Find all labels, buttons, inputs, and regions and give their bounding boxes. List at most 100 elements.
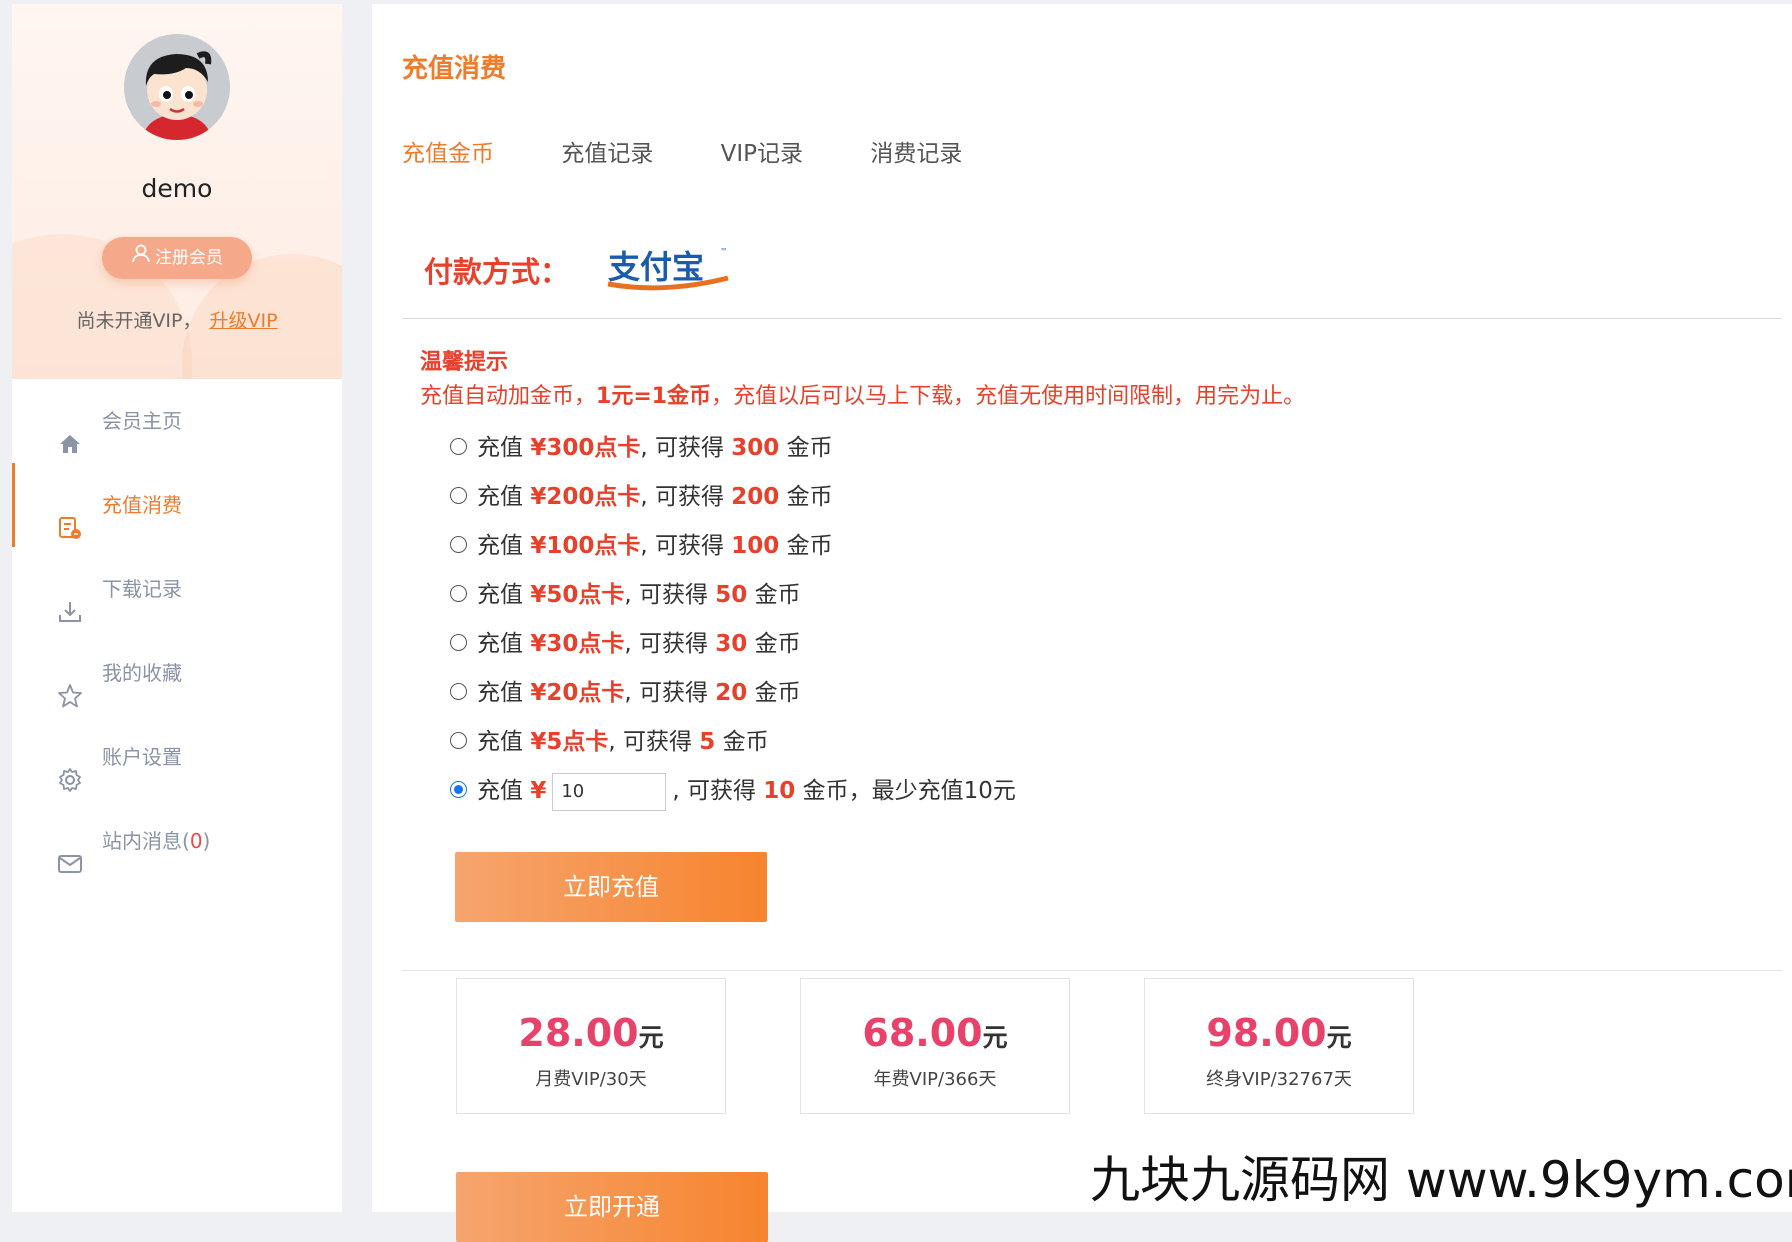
radio-button[interactable] [450,438,467,455]
plan-price-unit: 元 [1326,1023,1352,1052]
plan-price: 68.00元 [801,1011,1069,1055]
option-coins: 10 [763,778,796,804]
option-unit: 金币 [754,680,801,706]
radio-button-selected[interactable] [450,781,467,798]
vip-plan-card[interactable]: 28.00元 月费VIP/30天 [456,978,726,1114]
custom-amount-input[interactable] [552,772,667,811]
option-mid: , 可获得 [640,435,724,461]
option-amount: ¥30点卡 [530,631,625,657]
plan-price-value: 98.00 [1206,1011,1327,1055]
recharge-options: 充值 ¥300点卡, 可获得 300 金币 充值 ¥200点卡, 可获得 200… [450,424,1016,816]
option-coins: 200 [731,484,780,510]
custom-recharge-option[interactable]: 充值 ¥ , 可获得 10 金币，最少充值10元 [450,767,1016,816]
alipay-logo[interactable]: 支付宝 ™ [604,244,734,296]
option-unit: 金币 [754,631,801,657]
payment-method-row: 付款方式： 支付宝 ™ [424,244,734,296]
option-mid: , 可获得 [640,484,724,510]
option-mid: , 可获得 [624,680,708,706]
sidebar-item-favorites[interactable]: 我的收藏 [12,631,342,715]
recharge-option[interactable]: 充值 ¥200点卡, 可获得 200 金币 [450,473,1016,522]
option-amount: ¥200点卡 [530,484,641,510]
tip-text-part: 充值自动加金币， [420,384,597,409]
svg-text:支付宝: 支付宝 [608,248,704,286]
user-icon [131,237,151,279]
plan-price-value: 68.00 [862,1011,983,1055]
radio-button[interactable] [450,585,467,602]
sidebar-item-label: 充值消费 [102,493,182,517]
option-unit: 金币 [786,435,833,461]
tab-vip-records[interactable]: VIP记录 [721,141,803,167]
plan-price: 98.00元 [1145,1011,1413,1055]
svg-text:™: ™ [720,247,728,256]
tip-text-part: ，充值以后可以马上下载，充值无使用时间限制，用完为止。 [711,384,1306,409]
recharge-option[interactable]: 充值 ¥30点卡, 可获得 30 金币 [450,620,1016,669]
vip-plan-card[interactable]: 98.00元 终身VIP/32767天 [1144,978,1414,1114]
tip-text: 充值自动加金币，1元=1金币，充值以后可以马上下载，充值无使用时间限制，用完为止… [420,378,1305,410]
plan-price: 28.00元 [457,1011,725,1055]
recharge-option[interactable]: 充值 ¥50点卡, 可获得 50 金币 [450,571,1016,620]
gear-icon [57,744,83,792]
sidebar-item-downloads[interactable]: 下载记录 [12,547,342,631]
divider [402,970,1782,971]
option-amount: ¥300点卡 [530,435,641,461]
home-icon [57,408,83,453]
option-unit: 金币 [786,533,833,559]
option-prefix: 充值 [477,484,523,510]
recharge-now-button[interactable]: 立即充值 [455,852,767,922]
sidebar: demo 注册会员 尚未开通VIP， 升级VIP 会员主页 充值消费 下载记录 [12,4,342,1212]
option-amount: ¥100点卡 [530,533,641,559]
main-panel: 充值消费 充值金币 充值记录 VIP记录 消费记录 付款方式： 支付宝 ™ 温馨… [372,4,1792,1242]
tab-recharge-coins[interactable]: 充值金币 [402,141,494,167]
option-prefix: 充值 [477,778,523,804]
option-prefix: 充值 [477,631,523,657]
sidebar-item-label: 账户设置 [102,745,182,769]
message-count-close: ) [202,829,211,853]
sidebar-item-home[interactable]: 会员主页 [12,379,342,463]
recharge-option[interactable]: 充值 ¥300点卡, 可获得 300 金币 [450,424,1016,473]
sidebar-item-settings[interactable]: 账户设置 [12,715,342,799]
sidebar-item-label: 下载记录 [102,577,182,601]
sidebar-item-messages[interactable]: 站内消息(0) [12,799,342,883]
recharge-option[interactable]: 充值 ¥5点卡, 可获得 5 金币 [450,718,1016,767]
option-unit: 金币 [722,729,769,755]
watermark: 九块九源码网 www.9k9ym.com [1090,1151,1792,1209]
tab-bar: 充值金币 充值记录 VIP记录 消费记录 [402,134,1022,168]
radio-button[interactable] [450,634,467,651]
option-coins: 20 [715,680,748,706]
option-suffix: 金币，最少充值10元 [802,778,1016,804]
plan-price-unit: 元 [638,1023,664,1052]
option-unit: 金币 [754,582,801,608]
tab-consume-records[interactable]: 消费记录 [870,141,962,167]
sidebar-item-label: 会员主页 [102,409,182,433]
option-mid: , 可获得 [624,582,708,608]
sidebar-item-recharge[interactable]: 充值消费 [12,463,342,547]
radio-button[interactable] [450,732,467,749]
recharge-option[interactable]: 充值 ¥100点卡, 可获得 100 金币 [450,522,1016,571]
plan-desc: 终身VIP/32767天 [1206,1069,1352,1090]
radio-button[interactable] [450,536,467,553]
download-icon [57,576,83,622]
vip-status: 尚未开通VIP， 升级VIP [12,306,342,333]
plan-desc: 月费VIP/30天 [535,1069,647,1090]
option-coins: 50 [715,582,748,608]
option-coins: 5 [699,729,716,755]
mail-icon [57,828,83,873]
sidebar-item-label: 站内消息 [102,829,182,853]
sidebar-menu: 会员主页 充值消费 下载记录 我的收藏 账户设置 站内消息(0) [12,379,342,883]
tab-recharge-records[interactable]: 充值记录 [561,141,653,167]
option-mid: , 可获得 [672,778,756,804]
sidebar-item-label: 我的收藏 [102,661,182,685]
payment-method-label: 付款方式： [424,255,570,289]
page-title: 充值消费 [402,54,507,84]
option-mid: , 可获得 [608,729,692,755]
open-vip-button[interactable]: 立即开通 [456,1172,768,1242]
radio-button[interactable] [450,487,467,504]
vip-plan-card[interactable]: 68.00元 年费VIP/366天 [800,978,1070,1114]
radio-button[interactable] [450,683,467,700]
profile-card: demo 注册会员 尚未开通VIP， 升级VIP [12,4,342,379]
upgrade-vip-link[interactable]: 升级VIP [210,310,278,332]
option-amount: ¥5点卡 [530,729,609,755]
avatar[interactable] [124,34,230,140]
option-prefix: 充值 [477,729,523,755]
recharge-option[interactable]: 充值 ¥20点卡, 可获得 20 金币 [450,669,1016,718]
